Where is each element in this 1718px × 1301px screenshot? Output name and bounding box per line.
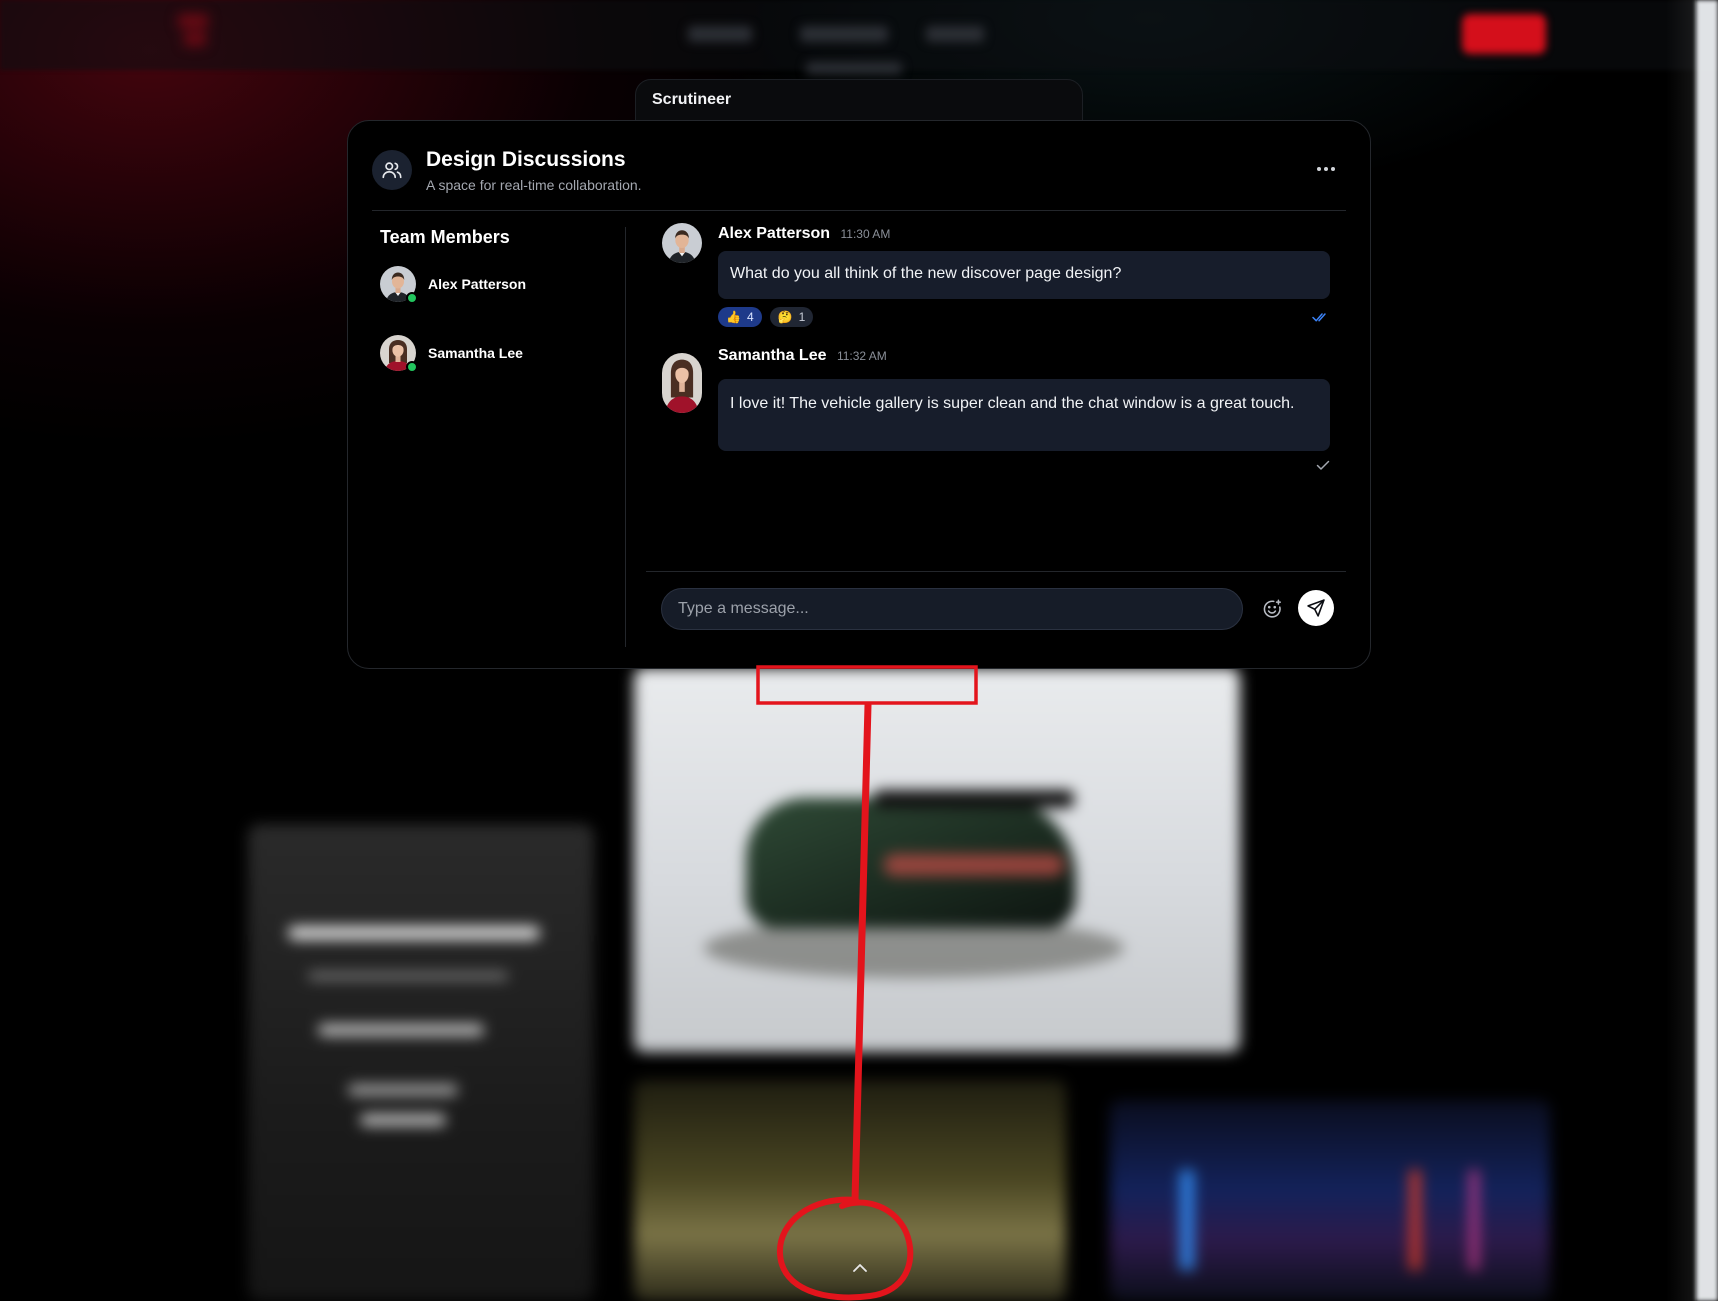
member-name: Samantha Lee — [428, 345, 523, 361]
message-bubble: What do you all think of the new discove… — [718, 251, 1330, 299]
member-name: Alex Patterson — [428, 276, 527, 292]
avatar — [662, 223, 702, 263]
message-composer — [646, 571, 1346, 647]
background-card-left — [248, 824, 594, 1301]
more-options-button[interactable] — [1312, 159, 1340, 179]
thinking-face-icon: 🤔 — [777, 310, 793, 324]
check-sent-icon — [1316, 460, 1330, 470]
avatar — [380, 266, 418, 304]
online-status-dot — [406, 361, 418, 373]
chat-window: Design Discussions A space for real-time… — [347, 120, 1371, 669]
team-members-heading: Team Members — [380, 227, 510, 247]
chevron-up-icon — [853, 1264, 867, 1272]
double-check-read-icon — [1312, 313, 1326, 322]
background-logo — [178, 10, 218, 60]
chat-header: Design Discussions A space for real-time… — [372, 121, 1346, 211]
thumbs-up-icon: 👍 — [726, 310, 741, 324]
scroll-to-top-button[interactable] — [846, 1254, 874, 1282]
smile-icon — [1263, 599, 1282, 618]
page-scrollbar[interactable] — [1696, 0, 1718, 1301]
message-header: Samantha Lee 11:32 AM — [718, 347, 887, 365]
avatar — [662, 353, 702, 413]
reaction-count: 1 — [798, 310, 806, 324]
avatar — [380, 335, 418, 373]
member-item-alex-patterson[interactable]: Alex Patterson — [380, 266, 625, 304]
background-nav-item — [800, 26, 888, 42]
reaction-thumbs-up[interactable]: 👍 4 — [718, 307, 762, 327]
send-button[interactable] — [1298, 590, 1334, 626]
message-time: 11:32 AM — [836, 349, 887, 363]
scrutineer-tab-label: Scrutineer — [652, 91, 732, 108]
reaction-thinking[interactable]: 🤔 1 — [769, 307, 814, 327]
message-input-wrapper — [661, 588, 1243, 630]
emoji-button[interactable] — [1258, 595, 1286, 623]
message-reactions: 👍 4 🤔 1 — [718, 307, 814, 327]
more-horizontal-icon — [1317, 167, 1321, 171]
chat-subtitle: A space for real-time collaboration. — [426, 177, 642, 193]
message-header: Alex Patterson 11:30 AM — [718, 225, 890, 243]
message-input[interactable] — [662, 589, 1242, 629]
online-status-dot — [406, 292, 418, 304]
background-card-blue — [1110, 1100, 1550, 1301]
message-author: Samantha Lee — [718, 347, 827, 364]
chat-title: Design Discussions — [426, 148, 626, 171]
message-item: Alex Patterson 11:30 AM What do you all … — [662, 217, 1330, 329]
team-members-panel: Team Members Alex Patterson Samantha Lee — [380, 227, 626, 647]
member-item-samantha-lee[interactable]: Samantha Lee — [380, 335, 625, 373]
users-icon — [372, 150, 412, 190]
message-bubble: I love it! The vehicle gallery is super … — [718, 379, 1330, 451]
background-nav-item — [806, 62, 902, 74]
message-author: Alex Patterson — [718, 225, 831, 242]
background-signup-button — [1462, 14, 1546, 54]
background-nav-item — [926, 26, 984, 42]
background-nav-item — [688, 26, 752, 42]
send-icon — [1307, 599, 1325, 617]
background-car-image — [634, 668, 1240, 1052]
background-scroll-shade — [1666, 0, 1696, 1301]
reaction-count: 4 — [746, 310, 754, 324]
message-item: Samantha Lee 11:32 AM I love it! The veh… — [662, 347, 1330, 487]
message-time: 11:30 AM — [840, 227, 891, 241]
